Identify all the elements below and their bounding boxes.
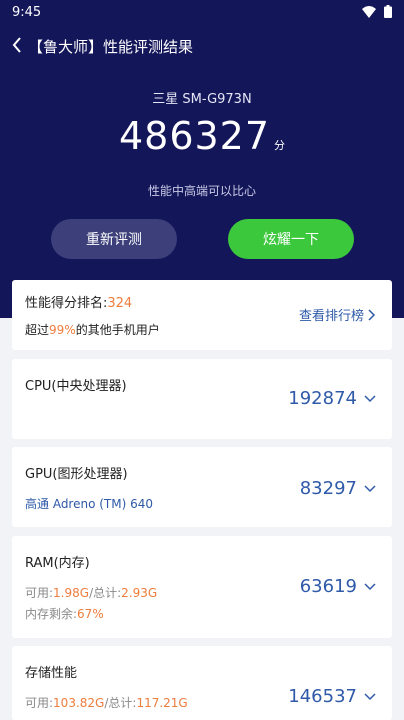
storage-total-label: /总计: — [104, 696, 137, 710]
rank-value: 324 — [107, 296, 133, 311]
chevron-right-icon — [368, 308, 376, 321]
storage-card[interactable]: 存储性能 可用:103.82G/总计:117.21G 146537 — [12, 646, 392, 720]
ram-usage: 可用:1.98G/总计:2.93G — [25, 584, 157, 601]
gpu-model: 高通 Adreno (TM) 640 — [25, 497, 154, 511]
status-bar: 9:45 — [0, 0, 404, 26]
gpu-title: GPU(图形处理器) — [25, 467, 128, 482]
ram-available-value: 1.98G — [53, 586, 90, 600]
cpu-title: CPU(中央处理器) — [25, 379, 127, 394]
gpu-card[interactable]: GPU(图形处理器) 高通 Adreno (TM) 640 83297 — [12, 447, 392, 527]
beat-text: 超过99%的其他手机用户 — [25, 321, 160, 338]
gpu-score[interactable]: 83297 — [300, 478, 376, 499]
score-comment: 性能中高端可以比心 — [147, 184, 256, 198]
rank-card: 性能得分排名:324 超过99%的其他手机用户 查看排行榜 — [12, 280, 392, 350]
share-button[interactable]: 炫耀一下 — [228, 219, 354, 259]
storage-score-value: 146537 — [288, 686, 357, 707]
ram-remaining-label: 内存剩余: — [25, 607, 78, 621]
cpu-score[interactable]: 192874 — [288, 388, 376, 409]
ram-card[interactable]: RAM(内存) 可用:1.98G/总计:2.93G 内存剩余:67% 63619 — [12, 536, 392, 638]
score-value: 486327 — [118, 114, 271, 158]
storage-total-value: 117.21G — [136, 696, 188, 710]
ram-available-label: 可用: — [25, 586, 54, 600]
app-title: 【鲁大师】性能评测结果 — [28, 38, 194, 56]
ram-remaining: 内存剩余:67% — [25, 605, 104, 622]
storage-title: 存储性能 — [25, 666, 78, 681]
ram-title: RAM(内存) — [25, 556, 90, 571]
beat-prefix: 超过 — [25, 323, 50, 337]
total-score: 486327 分 — [0, 114, 404, 158]
storage-usage: 可用:103.82G/总计:117.21G — [25, 694, 188, 711]
storage-score[interactable]: 146537 — [288, 686, 376, 707]
back-chevron-icon[interactable] — [6, 34, 28, 56]
ram-total-label: /总计: — [89, 586, 122, 600]
device-name: 三星 SM-G973N — [152, 92, 252, 107]
battery-icon — [384, 5, 392, 18]
score-unit: 分 — [274, 139, 286, 152]
storage-available-label: 可用: — [25, 696, 54, 710]
rank-text: 性能得分排名:324 — [25, 292, 132, 311]
view-leaderboard-link[interactable]: 查看排行榜 — [299, 305, 376, 324]
retest-button[interactable]: 重新评测 — [51, 219, 177, 259]
cpu-card[interactable]: CPU(中央处理器) 192874 — [12, 359, 392, 439]
cpu-score-value: 192874 — [288, 388, 357, 409]
ram-total-value: 2.93G — [121, 586, 158, 600]
app-bar: 【鲁大师】性能评测结果 — [0, 28, 404, 64]
ram-remaining-value: 67% — [77, 607, 104, 621]
leaderboard-link-label: 查看排行榜 — [298, 309, 364, 324]
beat-percent: 99% — [49, 323, 76, 337]
storage-available-value: 103.82G — [53, 696, 105, 710]
chevron-down-icon — [364, 484, 376, 492]
wifi-icon — [362, 5, 376, 18]
status-time: 9:45 — [12, 5, 42, 20]
ram-score[interactable]: 63619 — [300, 576, 376, 597]
chevron-down-icon — [364, 394, 376, 402]
status-icons — [362, 5, 392, 18]
chevron-down-icon — [364, 582, 376, 590]
beat-suffix: 的其他手机用户 — [75, 323, 160, 337]
gpu-score-value: 83297 — [299, 478, 357, 499]
ram-score-value: 63619 — [299, 576, 357, 597]
chevron-down-icon — [364, 692, 376, 700]
rank-label: 性能得分排名: — [25, 296, 108, 311]
